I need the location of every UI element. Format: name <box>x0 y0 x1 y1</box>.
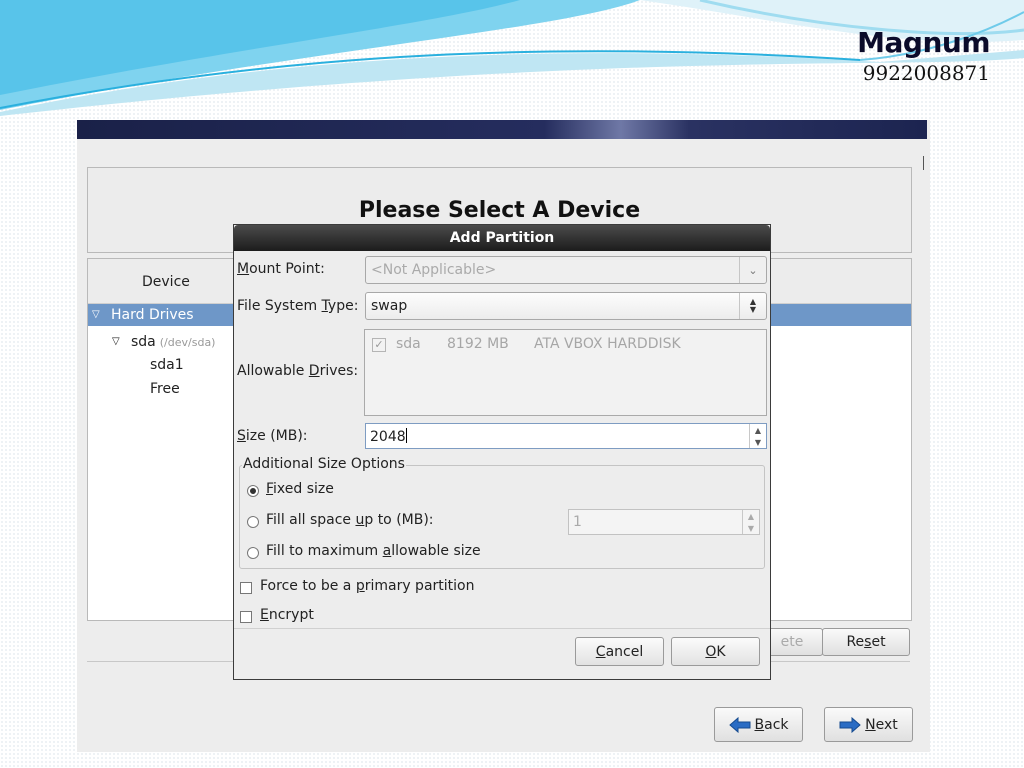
size-value: 2048 <box>370 429 406 445</box>
filesystem-type-value: swap <box>371 298 408 314</box>
tree-row-label: Free <box>150 381 180 397</box>
size-spinbox[interactable]: 2048 ▲ ▼ <box>365 423 767 449</box>
add-partition-dialog: Add Partition Mount Point: <Not Applicab… <box>233 224 771 680</box>
brand-block: Magnum 9922008871 <box>857 26 990 85</box>
brand-phone: 9922008871 <box>862 61 990 85</box>
allowable-drives-label: Allowable Drives: <box>237 363 359 379</box>
drive-model: ATA VBOX HARDDISK <box>534 336 681 352</box>
spin-arrows-icon[interactable]: ▲ ▼ <box>749 424 766 448</box>
mount-point-combo[interactable]: <Not Applicable> ⌄ <box>365 256 767 284</box>
fill-up-to-radio[interactable] <box>247 516 259 528</box>
arrow-right-icon <box>839 716 861 733</box>
drive-name: sda <box>396 336 421 352</box>
mount-point-value: <Not Applicable> <box>371 262 497 278</box>
fill-maximum-radio[interactable] <box>247 547 259 559</box>
chevron-down-icon: ⌄ <box>739 257 766 283</box>
ok-button[interactable]: OK <box>671 637 760 666</box>
drive-checkbox[interactable]: ✓ <box>372 338 386 352</box>
additional-size-options-legend: Additional Size Options <box>242 456 406 472</box>
dialog-title: Add Partition <box>234 225 770 251</box>
installer-top-banner <box>77 120 927 139</box>
tree-row-label: sda <box>131 334 156 350</box>
updown-chevron-icon: ▲ ▼ <box>739 293 766 319</box>
fill-up-to-value: 1 <box>573 514 582 530</box>
dialog-separator <box>234 628 770 629</box>
expander-down-icon[interactable]: ▽ <box>92 309 100 320</box>
arrow-left-icon <box>728 716 750 733</box>
spin-arrows-icon[interactable]: ▲ ▼ <box>742 510 759 534</box>
device-path: (/dev/sda) <box>159 336 216 349</box>
tree-row-label: Hard Drives <box>111 307 194 323</box>
reset-button[interactable]: Reset <box>822 628 910 656</box>
drive-size: 8192 MB <box>447 336 509 352</box>
fixed-size-radio[interactable] <box>247 485 259 497</box>
filesystem-type-select[interactable]: swap ▲ ▼ <box>365 292 767 320</box>
page-title: Please Select A Device <box>358 198 641 223</box>
size-label: Size (MB): <box>237 428 308 444</box>
primary-partition-checkbox[interactable] <box>240 582 252 594</box>
cancel-label: Cancel <box>595 643 644 660</box>
delete-label: ete <box>780 634 804 650</box>
filesystem-type-label: File System Type: <box>237 298 359 314</box>
cancel-button[interactable]: Cancel <box>575 637 664 666</box>
tree-row-label: sda1 <box>150 357 184 373</box>
next-label: Next <box>865 716 898 733</box>
encrypt-label: Encrypt <box>260 607 314 623</box>
reset-label: Reset <box>846 634 886 650</box>
back-label: Back <box>754 716 789 733</box>
window-edge-mark <box>923 156 924 170</box>
mount-point-label: Mount Point: <box>237 261 325 277</box>
device-column-label: Device <box>142 274 190 290</box>
encrypt-checkbox[interactable] <box>240 611 252 623</box>
back-button[interactable]: Back <box>714 707 803 742</box>
next-button[interactable]: Next <box>824 707 913 742</box>
text-caret <box>405 428 407 443</box>
allowable-drives-list[interactable]: ✓ sda 8192 MB ATA VBOX HARDDISK <box>364 329 767 416</box>
fill-up-to-spinbox[interactable]: 1 ▲ ▼ <box>568 509 760 535</box>
expander-down-icon[interactable]: ▽ <box>112 336 120 347</box>
fill-maximum-label: Fill to maximum allowable size <box>266 543 481 559</box>
brand-name: Magnum <box>857 26 990 59</box>
ok-label: OK <box>705 643 726 660</box>
fill-up-to-label: Fill all space up to (MB): <box>266 512 434 528</box>
primary-partition-label: Force to be a primary partition <box>260 578 475 594</box>
fixed-size-label: Fixed size <box>266 481 334 497</box>
